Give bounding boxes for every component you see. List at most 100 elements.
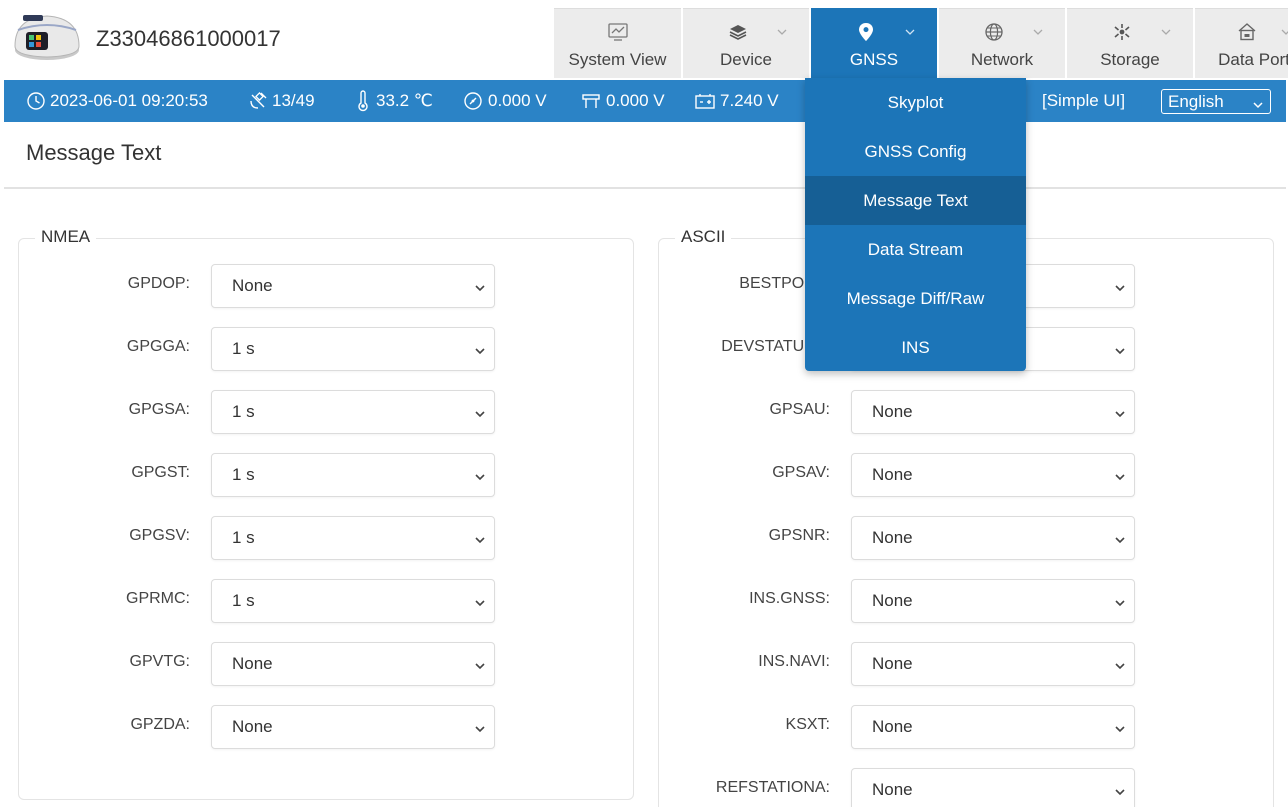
menu-item-message-text[interactable]: Message Text — [805, 176, 1026, 225]
chevron-down-icon — [1114, 596, 1126, 614]
main-nav: System View Device GNSS Network Storage … — [554, 8, 1288, 78]
field-label-gpgst: GPGST: — [131, 464, 190, 481]
field-label-gpgsv: GPGSV: — [129, 527, 190, 544]
nav-label: Network — [970, 50, 1034, 69]
select-gpsau[interactable]: None — [851, 390, 1135, 434]
nav-system-view[interactable]: System View — [554, 8, 681, 78]
chevron-down-icon — [474, 407, 486, 425]
field-label-gpgsa: GPGSA: — [128, 401, 190, 418]
chevron-down-icon — [474, 596, 486, 614]
select-value: None — [872, 654, 913, 673]
chevron-down-icon — [903, 25, 917, 39]
storage-icon — [1111, 21, 1133, 43]
gnss-receiver-logo — [6, 10, 88, 66]
select-value: 1 s — [232, 339, 255, 358]
select-gpzda[interactable]: None — [211, 705, 495, 749]
title-divider — [4, 187, 1286, 189]
field-label-gprmc: GPRMC: — [126, 590, 190, 607]
nav-data-port[interactable]: Data Port — [1195, 8, 1288, 78]
app-header: Z33046861000017 System View Device GNSS — [0, 0, 1288, 80]
chevron-down-icon — [474, 659, 486, 677]
nav-label: System View — [568, 50, 667, 69]
select-gpsav[interactable]: None — [851, 453, 1135, 497]
select-ins-navi[interactable]: None — [851, 642, 1135, 686]
select-value: None — [872, 780, 913, 799]
menu-item-message-diff-raw[interactable]: Message Diff/Raw — [805, 274, 1026, 323]
thermometer-icon — [358, 90, 368, 112]
chevron-down-icon — [1252, 96, 1264, 116]
voltage-2-text: 0.000 V — [606, 91, 665, 110]
globe-icon — [983, 21, 1005, 43]
nmea-legend: NMEA — [35, 227, 97, 247]
nav-gnss[interactable]: GNSS — [811, 8, 937, 78]
chevron-down-icon — [1114, 407, 1126, 425]
select-gprmc[interactable]: 1 s — [211, 579, 495, 623]
field-label-gpzda: GPZDA: — [130, 716, 190, 733]
nav-label: Storage — [1100, 50, 1160, 69]
chevron-down-icon — [1279, 25, 1288, 39]
chevron-down-icon — [1159, 25, 1173, 39]
battery-icon — [695, 94, 715, 109]
select-value: None — [872, 465, 913, 484]
select-ins-gnss[interactable]: None — [851, 579, 1135, 623]
select-gpsnr[interactable]: None — [851, 516, 1135, 560]
status-voltage-2: 0.000 V — [580, 80, 665, 122]
nav-device[interactable]: Device — [683, 8, 809, 78]
chevron-down-icon — [1114, 281, 1126, 299]
satellites-text: 13/49 — [272, 91, 315, 110]
field-label-refstationa: REFSTATIONA: — [715, 779, 830, 796]
select-gpvtg[interactable]: None — [211, 642, 495, 686]
language-select[interactable]: English — [1161, 89, 1271, 114]
menu-item-skyplot[interactable]: Skyplot — [805, 78, 1026, 127]
chevron-down-icon — [775, 25, 789, 39]
select-value: None — [872, 591, 913, 610]
clock-icon — [27, 92, 45, 110]
simple-ui-link[interactable]: [Simple UI] — [1042, 80, 1125, 122]
chevron-down-icon — [1114, 470, 1126, 488]
power-gauge-icon — [464, 92, 482, 110]
field-label-gpsav: GPSAV: — [772, 464, 830, 481]
field-label-gpsnr: GPSNR: — [768, 527, 830, 544]
nav-label: GNSS — [849, 50, 899, 69]
chevron-down-icon — [474, 344, 486, 362]
chevron-down-icon — [1114, 344, 1126, 362]
select-gpgsv[interactable]: 1 s — [211, 516, 495, 560]
select-value: None — [232, 276, 273, 295]
home-port-icon — [1236, 21, 1258, 43]
layers-icon — [727, 21, 749, 43]
status-bar: 2023-06-01 09:20:53 13/49 33.2 ℃ 0.000 V… — [4, 80, 1286, 122]
page-title: Message Text — [26, 140, 162, 165]
select-value: None — [232, 717, 273, 736]
battery-text: 7.240 V — [720, 91, 779, 110]
menu-item-ins[interactable]: INS — [805, 323, 1026, 372]
chevron-down-icon — [1114, 533, 1126, 551]
satellite-icon — [250, 92, 267, 109]
select-value: 1 s — [232, 465, 255, 484]
chevron-down-icon — [474, 281, 486, 299]
nav-storage[interactable]: Storage — [1067, 8, 1193, 78]
select-gpgga[interactable]: 1 s — [211, 327, 495, 371]
select-gpgsa[interactable]: 1 s — [211, 390, 495, 434]
select-refstationa[interactable]: None — [851, 768, 1135, 807]
select-gpdop[interactable]: None — [211, 264, 495, 308]
select-ksxt[interactable]: None — [851, 705, 1135, 749]
temperature-text: 33.2 ℃ — [376, 91, 433, 110]
chevron-down-icon — [1031, 25, 1045, 39]
menu-item-gnss-config[interactable]: GNSS Config — [805, 127, 1026, 176]
select-value: 1 s — [232, 528, 255, 547]
select-value: None — [872, 402, 913, 421]
chart-monitor-icon — [607, 21, 629, 43]
datetime-text: 2023-06-01 09:20:53 — [50, 91, 208, 110]
status-battery: 7.240 V — [694, 80, 779, 122]
antenna-stand-icon — [582, 94, 600, 108]
menu-item-data-stream[interactable]: Data Stream — [805, 225, 1026, 274]
select-gpgst[interactable]: 1 s — [211, 453, 495, 497]
nav-label: Device — [720, 50, 772, 69]
chevron-down-icon — [1114, 659, 1126, 677]
chevron-down-icon — [474, 470, 486, 488]
field-label-gpdop: GPDOP: — [127, 275, 190, 292]
chevron-down-icon — [474, 533, 486, 551]
voltage-1-text: 0.000 V — [488, 91, 547, 110]
select-value: None — [872, 528, 913, 547]
nav-network[interactable]: Network — [939, 8, 1065, 78]
